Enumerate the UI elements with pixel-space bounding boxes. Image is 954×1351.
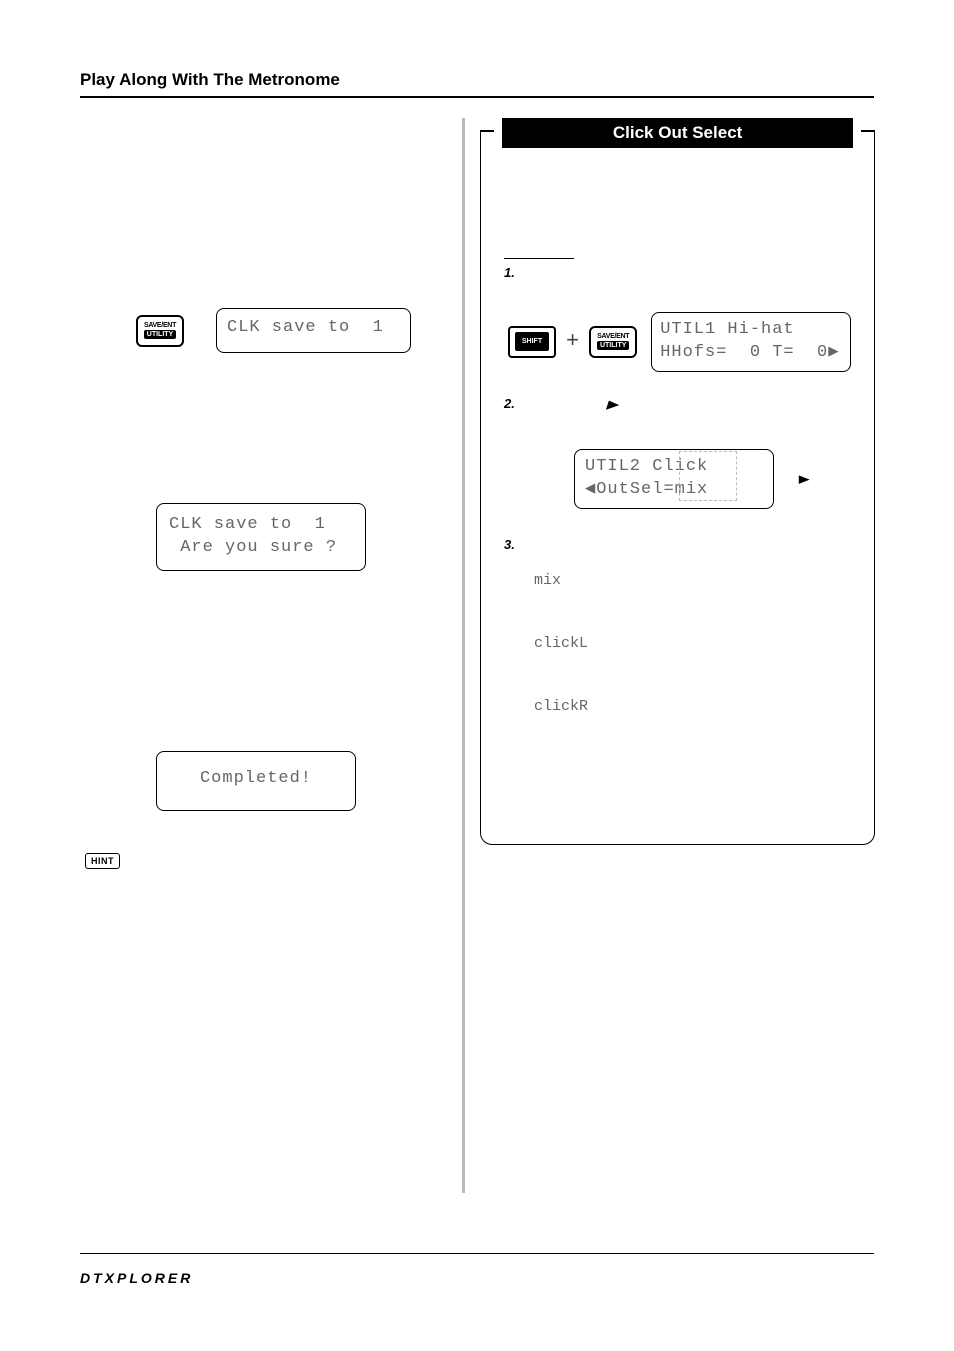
page-footer: DTXPLORER bbox=[80, 1253, 874, 1286]
lcd-util1-line1: UTIL1 Hi-hat bbox=[660, 320, 794, 339]
save-ent-utility-button[interactable]: SAVE/ENT UTILITY bbox=[136, 315, 184, 347]
shift-label: SHIFT bbox=[515, 332, 549, 351]
lcd-completed-wrap: Completed! bbox=[156, 751, 450, 811]
shift-utility-row: SHIFT + SAVE/ENT UTILITY UTIL1 Hi-hat HH… bbox=[508, 312, 851, 372]
step-2-num: 2. bbox=[504, 396, 515, 411]
lcd-util2-wrap: UTIL2 Click ◀OutSel=mix ▶ bbox=[574, 449, 774, 509]
key-label-top: SAVE/ENT bbox=[144, 322, 176, 329]
plus-icon: + bbox=[562, 329, 583, 354]
footer-rule bbox=[80, 1253, 874, 1254]
lcd-completed: Completed! bbox=[156, 751, 356, 811]
lcd-util2-line1: UTIL2 Click bbox=[585, 457, 708, 476]
option-list: mix clickL clickR bbox=[534, 572, 851, 715]
step-2-arrow-icon: ▶ bbox=[607, 398, 618, 411]
click-out-content: 1. SHIFT + SAVE/ENT UTILITY UTIL1 Hi-hat… bbox=[494, 148, 861, 831]
page-title: Play Along With The Metronome bbox=[80, 70, 874, 90]
lcd-util2: UTIL2 Click ◀OutSel=mix bbox=[574, 449, 774, 509]
key-label-bottom-2: UTILITY bbox=[597, 341, 629, 350]
column-divider bbox=[462, 118, 465, 1193]
step-save-row: SAVE/ENT UTILITY CLK save to 1 bbox=[136, 308, 450, 353]
lcd-confirm-wrap: CLK save to 1 Are you sure ? bbox=[156, 503, 450, 571]
step-2-head: 2. ▶ bbox=[504, 396, 851, 411]
hint-badge: HINT bbox=[85, 853, 120, 869]
click-out-header: Click Out Select bbox=[502, 118, 853, 148]
lcd-save-to: CLK save to 1 bbox=[216, 308, 411, 353]
two-columns: SAVE/ENT UTILITY CLK save to 1 CLK save … bbox=[80, 118, 874, 869]
intro-rule bbox=[504, 258, 574, 259]
key-label-top-2: SAVE/ENT bbox=[597, 333, 629, 340]
brand-logo: DTXPLORER bbox=[80, 1270, 874, 1286]
option-mix: mix bbox=[534, 572, 851, 589]
step-3-head: 3. bbox=[504, 537, 851, 552]
key-label-bottom: UTILITY bbox=[144, 330, 176, 339]
save-ent-utility-button-2[interactable]: SAVE/ENT UTILITY bbox=[589, 326, 637, 358]
step-1-head: 1. bbox=[504, 265, 851, 280]
lcd-util1: UTIL1 Hi-hat HHofs= 0 T= 0▶ bbox=[651, 312, 851, 372]
lcd-util1-line2: HHofs= 0 T= 0▶ bbox=[660, 343, 839, 362]
click-out-select-box: Click Out Select 1. SHIFT + SAVE/ENT UTI… bbox=[476, 118, 879, 849]
lcd-confirm-line2: Are you sure ? bbox=[169, 538, 337, 557]
title-rule bbox=[80, 96, 874, 98]
option-clickL: clickL bbox=[534, 635, 851, 652]
right-column: Click Out Select 1. SHIFT + SAVE/ENT UTI… bbox=[476, 118, 879, 869]
lcd-confirm: CLK save to 1 Are you sure ? bbox=[156, 503, 366, 571]
lcd-util2-line2: ◀OutSel=mix bbox=[585, 480, 708, 499]
arrow-right-out-icon: ▶ bbox=[798, 472, 809, 485]
left-column: SAVE/ENT UTILITY CLK save to 1 CLK save … bbox=[80, 118, 450, 869]
lcd-confirm-line1: CLK save to 1 bbox=[169, 515, 326, 534]
option-clickR: clickR bbox=[534, 698, 851, 715]
shift-button[interactable]: SHIFT bbox=[508, 326, 556, 358]
